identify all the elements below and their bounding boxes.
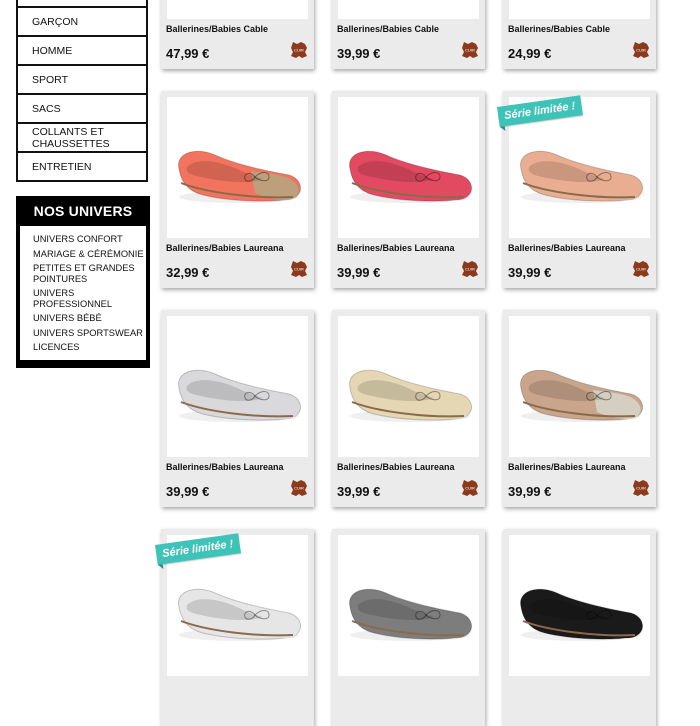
product-card[interactable]: Ballerines/Babies Laureana 39,99 € CUIR [332,91,485,288]
svg-text:CUIR: CUIR [636,48,646,53]
product-title[interactable]: Ballerines/Babies Laureana [166,462,284,472]
ballerina-shoe-image [349,369,472,422]
ballerina-shoe-image [520,588,643,641]
leather-icon: CUIR [291,261,307,277]
ballerina-shoe-image [338,0,479,19]
ballerina-shoe-image [349,150,472,203]
product-price: 39,99 € [166,484,210,499]
product-card[interactable]: Ballerines/Babies Cable 47,99 € CUIR [161,0,314,69]
product-price: 39,99 € [508,265,552,280]
product-image[interactable] [167,316,308,457]
leather-icon: CUIR [633,480,649,496]
category-menu: GARÇON HOMME SPORT SACS COLLANTS ET CHAU… [16,0,148,182]
svg-text:CUIR: CUIR [465,48,475,53]
product-price: 24,99 € [508,46,552,61]
leather-icon: CUIR [633,42,649,58]
univers-link-confort[interactable]: UNIVERS CONFORT [33,234,146,245]
product-image[interactable] [338,535,479,676]
product-image[interactable] [338,316,479,457]
ballerina-shoe-image [167,0,308,19]
product-card[interactable]: Ballerines/Babies Laureana 32,99 € CUIR [161,91,314,288]
product-title[interactable]: Ballerines/Babies Laureana [166,243,284,253]
leather-icon: CUIR [462,42,478,58]
product-title[interactable]: Ballerines/Babies Laureana [508,243,626,253]
univers-link-pointures[interactable]: PETITES ET GRANDES POINTURES [33,263,146,284]
product-price: 39,99 € [337,484,381,499]
menu-item-sport[interactable]: SPORT [18,64,146,93]
product-card[interactable] [503,529,656,726]
product-price: 39,99 € [337,46,381,61]
product-image[interactable] [509,0,650,19]
product-card[interactable] [332,529,485,726]
ballerina-shoe-image [178,369,301,422]
product-price: 47,99 € [166,46,210,61]
svg-text:CUIR: CUIR [294,48,304,53]
univers-link-sportswear[interactable]: UNIVERS SPORTSWEAR [33,328,146,339]
menu-item-homme[interactable]: HOMME [18,35,146,64]
product-title[interactable]: Ballerines/Babies Laureana [337,462,455,472]
ballerina-shoe-image [520,369,643,422]
univers-link-licences[interactable]: LICENCES [33,342,146,353]
product-image[interactable] [167,97,308,238]
svg-text:CUIR: CUIR [294,486,304,491]
product-image[interactable] [338,0,479,19]
product-image[interactable] [509,535,650,676]
product-image[interactable] [167,0,308,19]
product-card[interactable]: Ballerines/Babies Laureana 39,99 € CUIR [332,310,485,507]
svg-text:CUIR: CUIR [294,267,304,272]
product-price: 39,99 € [508,484,552,499]
univers-title: NOS UNIVERS [33,203,133,219]
leather-icon: CUIR [291,480,307,496]
product-title[interactable]: Ballerines/Babies Cable [508,24,610,34]
product-card[interactable]: Ballerines/Babies Laureana 39,99 € CUIR [503,310,656,507]
ballerina-shoe-image [509,0,650,19]
univers-link-bebe[interactable]: UNIVERS BÉBÉ [33,313,146,324]
product-price: 39,99 € [337,265,381,280]
menu-item-garcon[interactable]: GARÇON [18,6,146,35]
product-card[interactable]: Ballerines/Babies Cable 24,99 € CUIR [503,0,656,69]
leather-icon: CUIR [462,261,478,277]
univers-box: NOS UNIVERS UNIVERS CONFORT MARIAGE & CÉ… [16,196,150,368]
product-title[interactable]: Ballerines/Babies Laureana [508,462,626,472]
svg-text:CUIR: CUIR [636,267,646,272]
product-title[interactable]: Ballerines/Babies Cable [337,24,439,34]
leather-icon: CUIR [291,42,307,58]
product-card[interactable]: Ballerines/Babies Cable 39,99 € CUIR [332,0,485,69]
menu-item-sacs[interactable]: SACS [18,93,146,122]
menu-item-collants[interactable]: COLLANTS ET CHAUSSETTES [18,122,146,151]
univers-link-professionnel[interactable]: UNIVERS PROFESSIONNEL [33,288,146,309]
product-price: 32,99 € [166,265,210,280]
ballerina-shoe-image [178,150,301,203]
product-title[interactable]: Ballerines/Babies Cable [166,24,268,34]
svg-text:CUIR: CUIR [465,486,475,491]
leather-icon: CUIR [462,480,478,496]
svg-text:CUIR: CUIR [465,267,475,272]
univers-link-mariage[interactable]: MARIAGE & CÉRÉMONIE [33,249,146,260]
product-image[interactable] [338,97,479,238]
svg-text:CUIR: CUIR [636,486,646,491]
product-title[interactable]: Ballerines/Babies Laureana [337,243,455,253]
ballerina-shoe-image [349,588,472,641]
product-card[interactable]: Ballerines/Babies Laureana 39,99 € CUIR [161,310,314,507]
leather-icon: CUIR [633,261,649,277]
product-image[interactable] [509,316,650,457]
menu-item-entretien[interactable]: ENTRETIEN [18,151,146,180]
univers-list: UNIVERS CONFORT MARIAGE & CÉRÉMONIE PETI… [20,226,146,360]
